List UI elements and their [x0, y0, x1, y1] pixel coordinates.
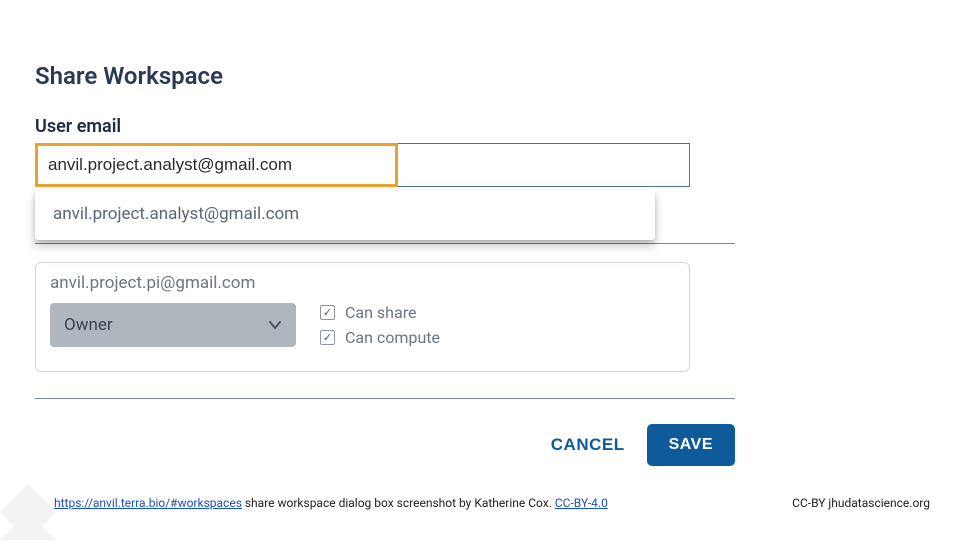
- can-compute-checkbox[interactable]: ✓: [320, 330, 335, 345]
- dialog-title: Share Workspace: [35, 62, 735, 90]
- footer: https://anvil.terra.bio/#workspaces shar…: [0, 490, 960, 510]
- can-share-checkbox[interactable]: ✓: [320, 305, 335, 320]
- collaborator-card: anvil.project.pi@gmail.com Owner ✓ Can s…: [35, 262, 690, 372]
- footer-license-link[interactable]: CC-BY-4.0: [555, 496, 608, 510]
- autocomplete-suggestion: anvil.project.analyst@gmail.com: [53, 204, 299, 224]
- email-field-label: User email: [35, 116, 735, 137]
- autocomplete-dropdown[interactable]: anvil.project.analyst@gmail.com: [35, 190, 655, 240]
- divider: [35, 398, 735, 399]
- cancel-button[interactable]: CANCEL: [551, 435, 625, 455]
- divider: [35, 243, 735, 244]
- email-input[interactable]: [35, 143, 690, 187]
- role-select[interactable]: Owner: [50, 303, 296, 347]
- can-share-label: Can share: [345, 303, 416, 322]
- footer-link[interactable]: https://anvil.terra.bio/#workspaces: [54, 496, 242, 510]
- dialog-actions: CANCEL SAVE: [35, 424, 735, 466]
- save-button[interactable]: SAVE: [647, 424, 735, 466]
- footer-right-text: CC-BY jhudatascience.org: [792, 496, 930, 510]
- collaborator-email: anvil.project.pi@gmail.com: [50, 273, 675, 293]
- footer-left-text: share workspace dialog box screenshot by…: [242, 496, 555, 510]
- role-select-value: Owner: [64, 315, 113, 335]
- chevron-down-icon: [268, 318, 282, 332]
- can-compute-label: Can compute: [345, 328, 440, 347]
